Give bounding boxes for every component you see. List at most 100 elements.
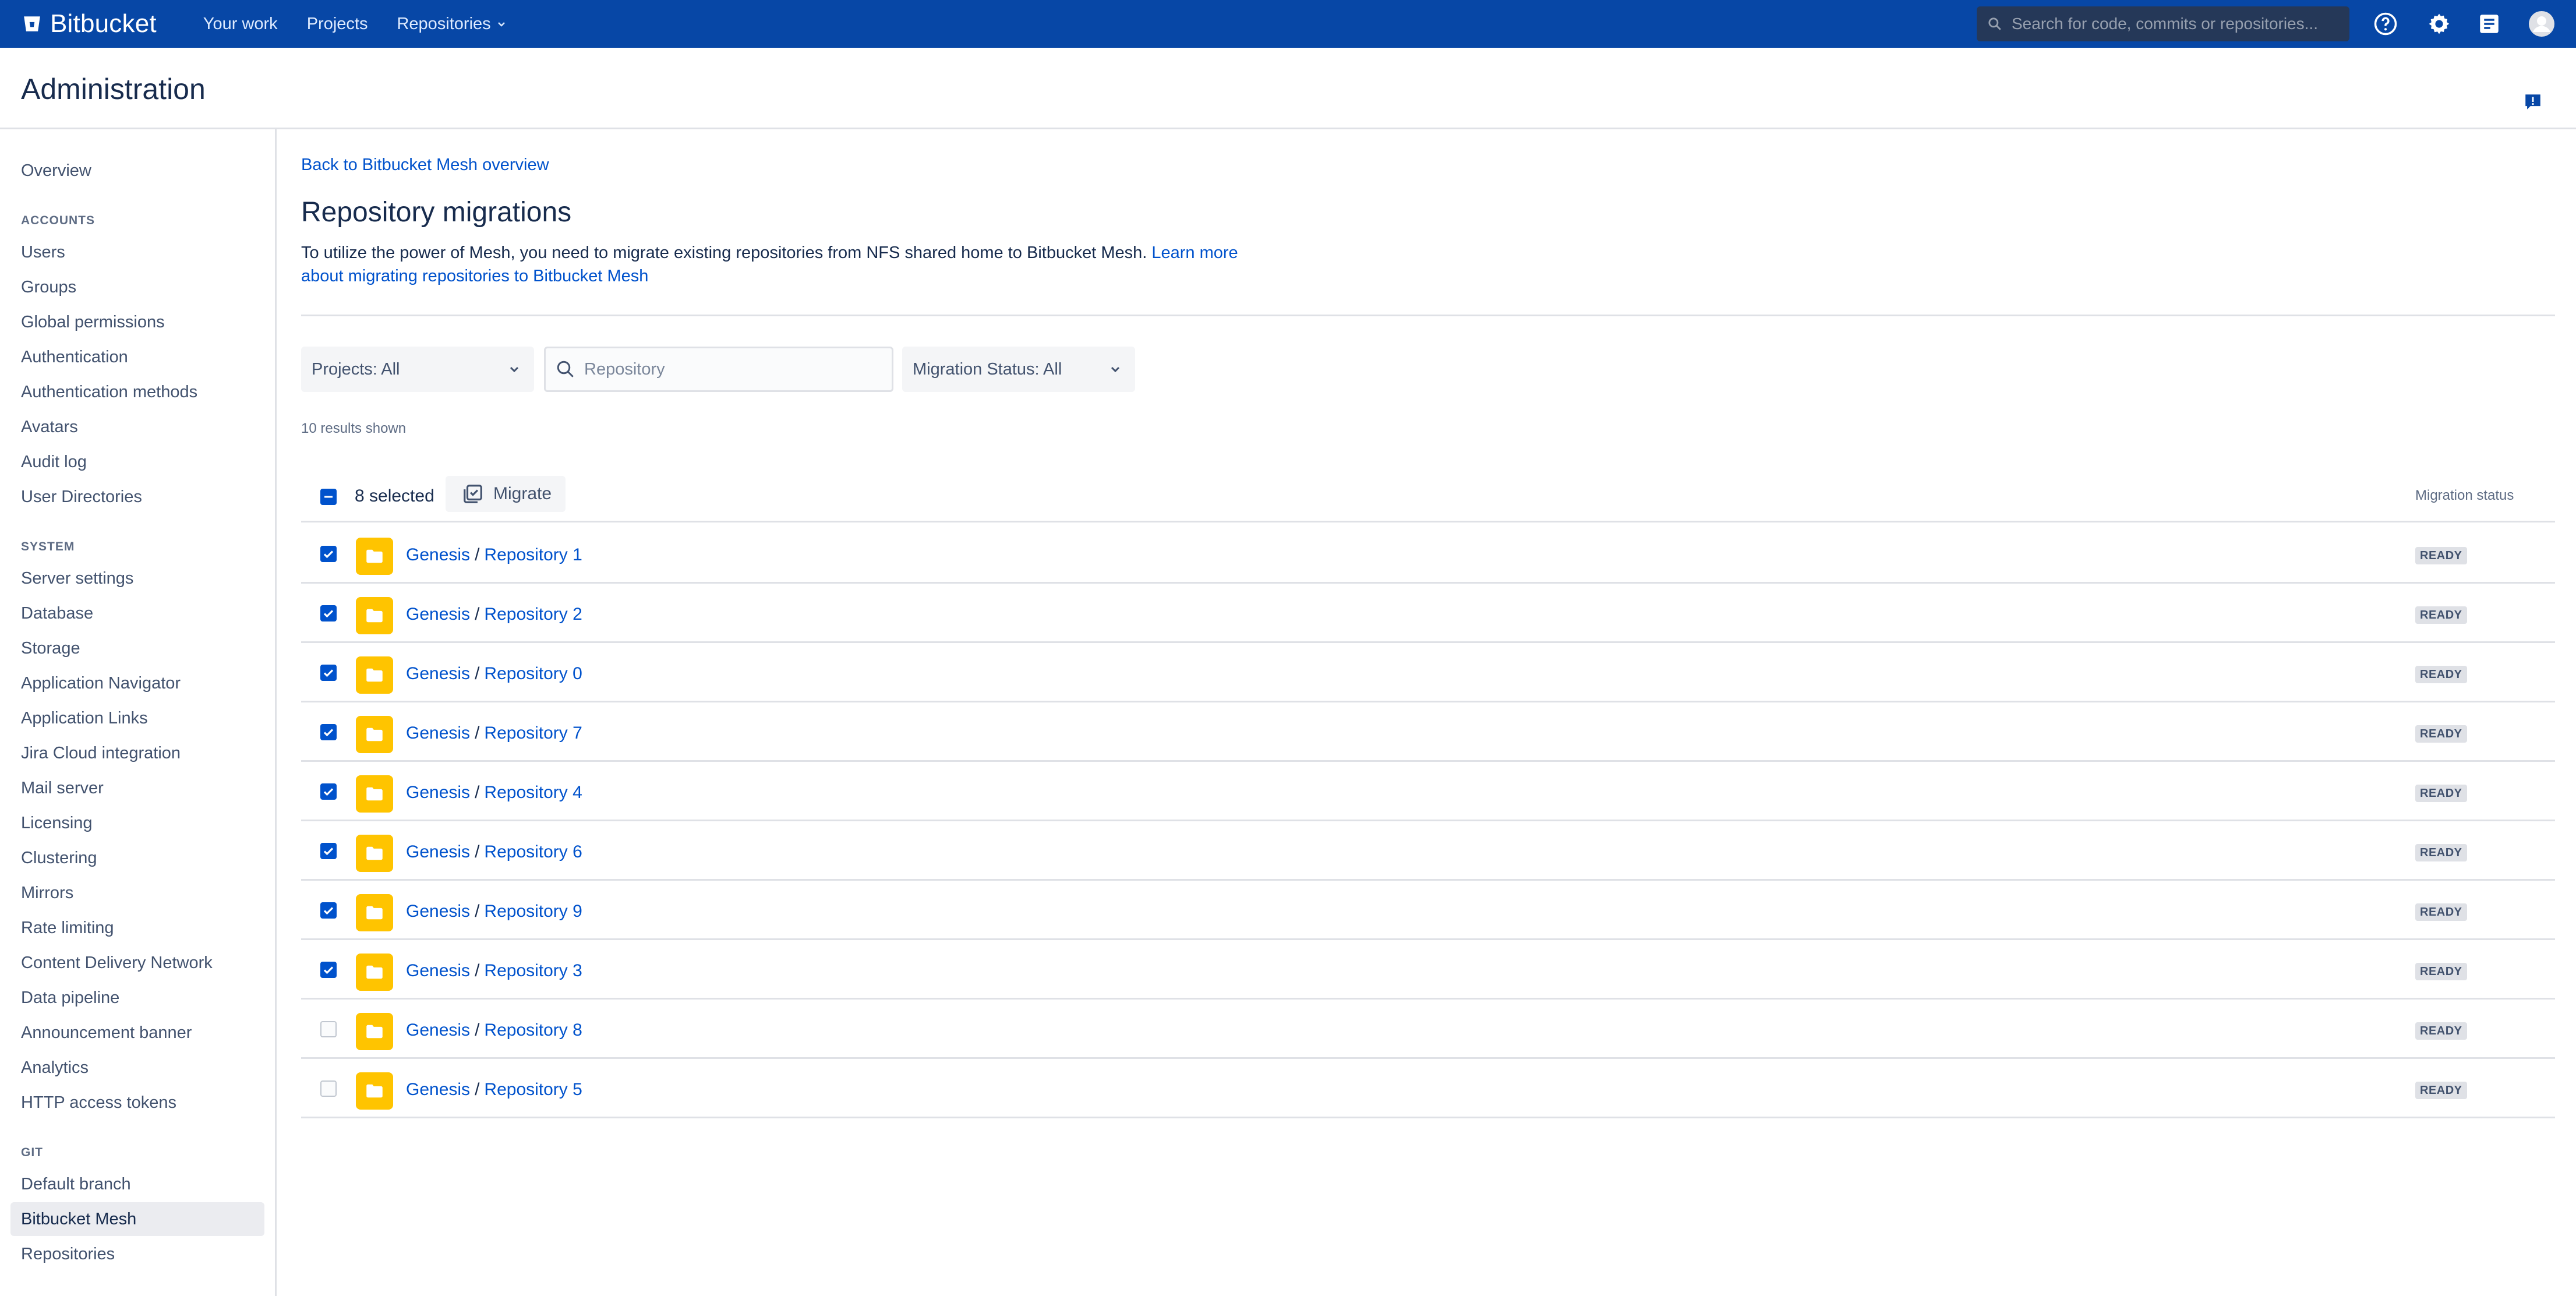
project-link[interactable]: Genesis (406, 545, 470, 564)
checkmark-icon (323, 966, 334, 974)
sidebar-item-mirrors[interactable]: Mirrors (10, 876, 264, 910)
migration-status-filter[interactable]: Migration Status: All (902, 347, 1135, 392)
sidebar-item-audit-log[interactable]: Audit log (10, 445, 264, 479)
sidebar-item-rate-limiting[interactable]: Rate limiting (10, 911, 264, 945)
global-search[interactable] (1977, 6, 2349, 41)
checkmark-icon (323, 729, 334, 737)
sidebar-item-licensing[interactable]: Licensing (10, 806, 264, 840)
bitbucket-logo[interactable]: Bitbucket (22, 9, 157, 38)
migration-status-header: Migration status (2415, 488, 2514, 503)
row-checkbox[interactable] (320, 1080, 337, 1097)
checkmark-icon (323, 788, 334, 796)
sidebar-item-user-directories[interactable]: User Directories (10, 480, 264, 514)
repository-name: Genesis / Repository 4 (406, 783, 582, 803)
sidebar-item-jira-cloud-integration[interactable]: Jira Cloud integration (10, 736, 264, 770)
repository-link[interactable]: Repository 7 (484, 723, 582, 743)
notes-icon[interactable] (2475, 10, 2503, 38)
project-link[interactable]: Genesis (406, 1080, 470, 1099)
repository-link[interactable]: Repository 5 (484, 1080, 582, 1099)
sidebar-item-application-navigator[interactable]: Application Navigator (10, 666, 264, 700)
sidebar-item-users[interactable]: Users (10, 235, 264, 269)
repository-link[interactable]: Repository 0 (484, 664, 582, 683)
bitbucket-logo-icon (24, 16, 40, 31)
row-checkbox[interactable] (320, 962, 337, 978)
repository-search[interactable] (544, 347, 893, 392)
folder-icon (366, 668, 383, 682)
sidebar-item-mail-server[interactable]: Mail server (10, 771, 264, 805)
feedback-icon[interactable] (2523, 92, 2543, 112)
page-header: Administration (0, 48, 2576, 129)
project-link[interactable]: Genesis (406, 723, 470, 743)
project-link[interactable]: Genesis (406, 961, 470, 980)
back-to-mesh-overview-link[interactable]: Back to Bitbucket Mesh overview (301, 156, 549, 175)
sidebar-item-data-pipeline[interactable]: Data pipeline (10, 981, 264, 1015)
repository-avatar (356, 656, 393, 694)
sidebar-item-announcement-banner[interactable]: Announcement banner (10, 1016, 264, 1050)
repository-avatar (356, 1013, 393, 1050)
table-row: Genesis / Repository 0 READY (301, 643, 2555, 702)
repository-name: Genesis / Repository 8 (406, 1020, 582, 1040)
sidebar-item-analytics[interactable]: Analytics (10, 1051, 264, 1085)
repository-link[interactable]: Repository 6 (484, 842, 582, 861)
row-checkbox[interactable] (320, 843, 337, 859)
row-checkbox[interactable] (320, 783, 337, 800)
status-badge: READY (2415, 725, 2467, 743)
repository-link[interactable]: Repository 1 (484, 545, 582, 564)
select-all-checkbox[interactable] (320, 489, 337, 505)
sidebar-item-global-permissions[interactable]: Global permissions (10, 305, 264, 339)
nav-projects[interactable]: Projects (307, 15, 368, 34)
sidebar-item-authentication-methods[interactable]: Authentication methods (10, 375, 264, 409)
search-icon (557, 361, 574, 377)
sidebar-item-groups[interactable]: Groups (10, 270, 264, 304)
checkmark-icon (323, 907, 334, 915)
row-checkbox[interactable] (320, 665, 337, 681)
row-checkbox[interactable] (320, 605, 337, 621)
global-search-input[interactable] (2012, 15, 2338, 33)
row-checkbox[interactable] (320, 546, 337, 562)
repository-link[interactable]: Repository 3 (484, 961, 582, 980)
row-checkbox[interactable] (320, 724, 337, 740)
sidebar-item-default-branch[interactable]: Default branch (10, 1167, 264, 1201)
sidebar-item-bitbucket-mesh[interactable]: Bitbucket Mesh (10, 1202, 264, 1236)
repository-search-input[interactable] (584, 359, 887, 379)
settings-icon[interactable] (2425, 10, 2453, 38)
row-checkbox[interactable] (320, 1021, 337, 1037)
nav-your-work[interactable]: Your work (203, 15, 278, 34)
project-link[interactable]: Genesis (406, 783, 470, 802)
migrate-button-label: Migrate (493, 484, 552, 503)
sidebar-item-repositories[interactable]: Repositories (10, 1237, 264, 1271)
sidebar-item-content-delivery-network[interactable]: Content Delivery Network (10, 946, 264, 980)
nav-repositories[interactable]: Repositories (397, 15, 506, 34)
migrate-button[interactable]: Migrate (446, 476, 566, 512)
user-avatar[interactable] (2528, 10, 2556, 38)
sidebar-item-authentication[interactable]: Authentication (10, 340, 264, 374)
help-icon[interactable] (2372, 10, 2400, 38)
sidebar-item-database[interactable]: Database (10, 596, 264, 630)
status-badge: READY (2415, 666, 2467, 683)
checkmark-icon (323, 847, 334, 856)
sidebar-item-avatars[interactable]: Avatars (10, 410, 264, 444)
chevron-down-icon (1111, 366, 1120, 373)
sidebar-item-application-links[interactable]: Application Links (10, 701, 264, 735)
sidebar-item-storage[interactable]: Storage (10, 631, 264, 665)
folder-icon (366, 965, 383, 979)
sidebar-item-overview[interactable]: Overview (10, 154, 264, 188)
project-link[interactable]: Genesis (406, 664, 470, 683)
status-badge: READY (2415, 963, 2467, 980)
repository-avatar (356, 775, 393, 813)
repository-link[interactable]: Repository 8 (484, 1020, 582, 1040)
row-checkbox[interactable] (320, 902, 337, 919)
table-row: Genesis / Repository 2 READY (301, 584, 2555, 643)
sidebar-item-clustering[interactable]: Clustering (10, 841, 264, 875)
sidebar-item-server-settings[interactable]: Server settings (10, 562, 264, 595)
projects-filter[interactable]: Projects: All (301, 347, 534, 392)
project-link[interactable]: Genesis (406, 842, 470, 861)
repository-link[interactable]: Repository 4 (484, 783, 582, 802)
repository-link[interactable]: Repository 9 (484, 902, 582, 921)
repository-link[interactable]: Repository 2 (484, 605, 582, 624)
project-link[interactable]: Genesis (406, 1020, 470, 1040)
project-link[interactable]: Genesis (406, 605, 470, 624)
project-link[interactable]: Genesis (406, 902, 470, 921)
repository-avatar (356, 894, 393, 931)
sidebar-item-http-access-tokens[interactable]: HTTP access tokens (10, 1086, 264, 1120)
